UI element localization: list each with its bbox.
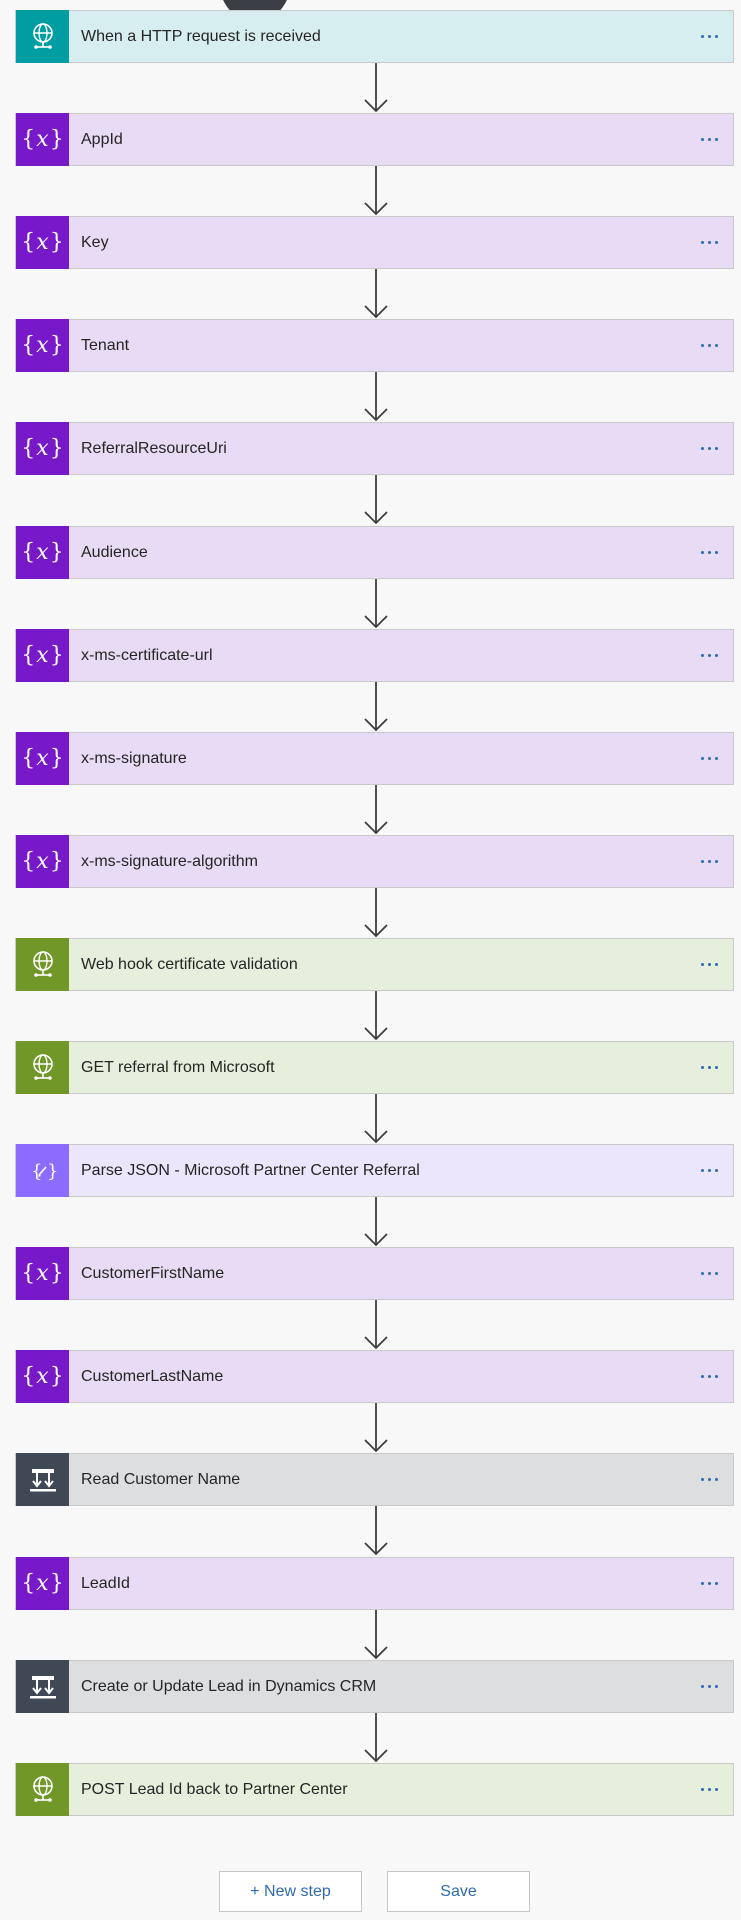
- flow-step-label: LeadId: [81, 1574, 130, 1592]
- connector-arrow: [364, 372, 388, 422]
- more-options-icon[interactable]: [685, 1350, 733, 1403]
- connector-arrow: [364, 1713, 388, 1763]
- connector-arrow: [364, 1094, 388, 1144]
- flow-step-scope[interactable]: Read Customer Name: [15, 1453, 734, 1506]
- more-options-icon[interactable]: [685, 10, 733, 63]
- more-options-icon[interactable]: [685, 1041, 733, 1094]
- connector-arrow: [364, 475, 388, 525]
- more-options-icon[interactable]: [685, 1660, 733, 1713]
- flow-step-variable[interactable]: {x} Key: [15, 216, 734, 269]
- flow-step-variable[interactable]: {x} Audience: [15, 526, 734, 579]
- flow-step-label: Tenant: [81, 336, 130, 354]
- connector-arrow: [364, 1610, 388, 1660]
- variable-icon: {x}: [16, 526, 69, 579]
- more-options-icon[interactable]: [685, 938, 733, 991]
- flow-step-parse-json[interactable]: {} Parse JSON - Microsoft Partner Center …: [15, 1144, 734, 1197]
- more-options-icon[interactable]: [685, 1557, 733, 1610]
- flow-step-label: x-ms-signature-algorithm: [81, 852, 258, 870]
- flow-step-variable[interactable]: {x} LeadId: [15, 1557, 734, 1610]
- flow-step-variable[interactable]: {x} x-ms-signature: [15, 732, 734, 785]
- variable-icon: {x}: [16, 732, 69, 785]
- variable-icon: {x}: [16, 113, 69, 166]
- more-options-icon[interactable]: [685, 1144, 733, 1197]
- connector-arrow: [364, 269, 388, 319]
- parse-json-icon: {}: [16, 1144, 69, 1197]
- flow-step-http[interactable]: POST Lead Id back to Partner Center: [15, 1763, 734, 1816]
- variable-icon: {x}: [16, 422, 69, 475]
- variable-icon: {x}: [16, 216, 69, 269]
- scope-icon: [16, 1453, 69, 1506]
- svg-text:{: {: [31, 1161, 42, 1182]
- flow-step-label: When a HTTP request is received: [81, 27, 321, 45]
- connector-arrow: [364, 1506, 388, 1556]
- connector-arrow: [364, 991, 388, 1041]
- more-options-icon[interactable]: [685, 216, 733, 269]
- scope-icon: [16, 1660, 69, 1713]
- flow-step-http[interactable]: GET referral from Microsoft: [15, 1041, 734, 1094]
- connector-arrow: [364, 166, 388, 216]
- new-step-button[interactable]: + New step: [219, 1871, 362, 1912]
- variable-icon: {x}: [16, 1247, 69, 1300]
- flow-step-label: Parse JSON - Microsoft Partner Center Re…: [81, 1161, 420, 1179]
- flow-step-label: Key: [81, 233, 109, 251]
- flow-step-label: Create or Update Lead in Dynamics CRM: [81, 1677, 377, 1695]
- flow-step-variable[interactable]: {x} ReferralResourceUri: [15, 422, 734, 475]
- http-globe-icon: [16, 938, 69, 991]
- more-options-icon[interactable]: [685, 629, 733, 682]
- flow-step-label: CustomerFirstName: [81, 1264, 225, 1282]
- flow-step-variable[interactable]: {x} Tenant: [15, 319, 734, 372]
- flow-step-label: x-ms-signature: [81, 749, 187, 767]
- http-globe-icon: [16, 1763, 69, 1816]
- variable-icon: {x}: [16, 1350, 69, 1403]
- svg-text:}: }: [47, 1161, 57, 1182]
- flow-step-scope[interactable]: Create or Update Lead in Dynamics CRM: [15, 1660, 734, 1713]
- more-options-icon[interactable]: [685, 319, 733, 372]
- flow-step-label: GET referral from Microsoft: [81, 1058, 275, 1076]
- flow-step-label: x-ms-certificate-url: [81, 646, 213, 664]
- connector-arrow: [364, 1197, 388, 1247]
- connector-arrow: [364, 1403, 388, 1453]
- more-options-icon[interactable]: [685, 1453, 733, 1506]
- flow-step-variable[interactable]: {x} x-ms-certificate-url: [15, 629, 734, 682]
- flow-step-label: AppId: [81, 130, 123, 148]
- more-options-icon[interactable]: [685, 1763, 733, 1816]
- flow-step-variable[interactable]: {x} CustomerFirstName: [15, 1247, 734, 1300]
- http-globe-icon: [16, 10, 69, 63]
- variable-icon: {x}: [16, 629, 69, 682]
- connector-arrow: [364, 1300, 388, 1350]
- flow-step-variable[interactable]: {x} x-ms-signature-algorithm: [15, 835, 734, 888]
- flow-step-label: Audience: [81, 543, 148, 561]
- connector-arrow: [364, 785, 388, 835]
- flow-step-http[interactable]: Web hook certificate validation: [15, 938, 734, 991]
- flow-step-label: POST Lead Id back to Partner Center: [81, 1780, 348, 1798]
- flow-step-label: ReferralResourceUri: [81, 439, 227, 457]
- http-globe-icon: [16, 1041, 69, 1094]
- flow-step-variable[interactable]: {x} AppId: [15, 113, 734, 166]
- variable-icon: {x}: [16, 319, 69, 372]
- flow-step-label: Read Customer Name: [81, 1470, 241, 1488]
- connector-arrow: [364, 888, 388, 938]
- variable-icon: {x}: [16, 1557, 69, 1610]
- flow-step-label: CustomerLastName: [81, 1367, 224, 1385]
- connector-arrow: [364, 63, 388, 113]
- more-options-icon[interactable]: [685, 835, 733, 888]
- flow-step-http-trigger[interactable]: When a HTTP request is received: [15, 10, 734, 63]
- more-options-icon[interactable]: [685, 113, 733, 166]
- more-options-icon[interactable]: [685, 526, 733, 579]
- flow-step-variable[interactable]: {x} CustomerLastName: [15, 1350, 734, 1403]
- more-options-icon[interactable]: [685, 422, 733, 475]
- more-options-icon[interactable]: [685, 732, 733, 785]
- more-options-icon[interactable]: [685, 1247, 733, 1300]
- connector-arrow: [364, 682, 388, 732]
- connector-arrow: [364, 579, 388, 629]
- flow-step-label: Web hook certificate validation: [81, 955, 298, 973]
- variable-icon: {x}: [16, 835, 69, 888]
- save-button[interactable]: Save: [387, 1871, 530, 1912]
